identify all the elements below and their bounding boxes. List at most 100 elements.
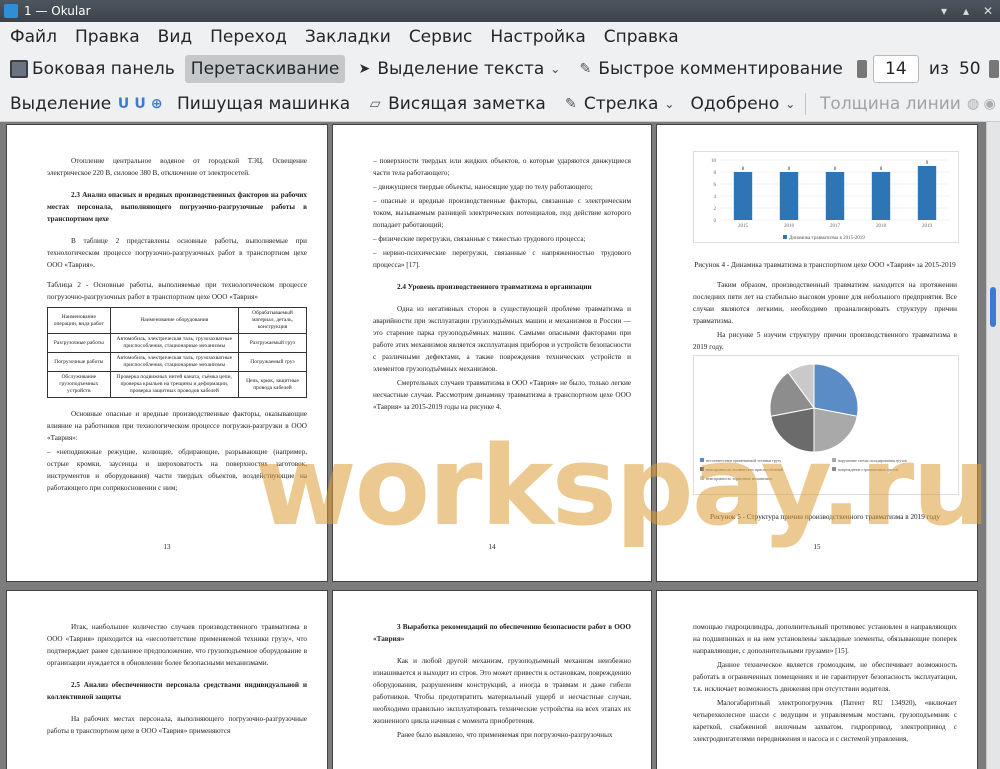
menu-bar: Файл Правка Вид Переход Закладки Сервис … [0,22,1000,52]
section-heading: 3 Выработка рекомендаций по обеспечению … [373,623,631,643]
document-viewport[interactable]: Отопление центральное водяное от городск… [0,122,1000,769]
list-item: – нервно-психические перегрузки, связанн… [373,249,631,269]
sidebar-label: Боковая панель [32,59,175,79]
section-heading: 2.4 Уровень производственного травматизм… [397,283,592,291]
page-paragraph: Смертельных случаев травматизма в ООО «Т… [373,379,631,411]
menu-bookmarks[interactable]: Закладки [297,27,399,47]
pen-icon: ✎ [579,61,592,77]
opacity-icon[interactable]: ◉ [983,95,996,113]
page-number: 13 [163,543,171,551]
data-label: 8 [834,167,837,172]
scrollbar-thumb[interactable] [990,287,996,327]
table-caption: Таблица 2 - Основные работы, выполняемые… [47,281,307,301]
close-icon[interactable]: ✕ [980,3,996,19]
page-number-input[interactable]: 14 [872,55,919,83]
table-cell: Автомобиль, электрическая таль, грузозах… [109,352,239,372]
table-header: Наименование оборудования [109,307,239,334]
legend-label: нарушение схемы складирования грузов [838,458,907,463]
sidebar-button[interactable]: Боковая панель [4,55,181,83]
arrow-tool-button[interactable]: ✎ Стрелка ⌄ [556,90,681,118]
previous-page-icon[interactable] [856,60,867,78]
legend-swatch [832,458,836,462]
stamp-tool-button[interactable]: Одобрено ⌄ [684,90,801,118]
text-select-tool-button[interactable]: ➤ Выделение текста ⌄ [349,55,566,83]
note-icon: ▱ [369,95,381,112]
data-label: 8 [788,167,791,172]
menu-settings[interactable]: Настройка [482,27,593,47]
legend-swatch [783,235,787,239]
table-cell: Погружаемый груз [237,352,308,372]
data-label: 8 [880,167,883,172]
x-tick-label: 2019 [922,224,933,229]
y-tick-label: 10 [711,159,717,164]
stamp-label: Одобрено [690,93,780,114]
typewriter-tool-button[interactable]: Пишущая машинка [171,90,356,118]
quick-annotation-button[interactable]: ✎ Быстрое комментирование [570,55,848,83]
page-15: 0 2 4 6 8 10 8 2015 8 2016 8 2017 8 2018 9 2019 Динамика… [656,124,978,582]
cursor-arrow-icon: ➤ [358,61,371,77]
okular-app-icon [4,4,18,18]
window-title: 1 — Okular [24,4,91,18]
table-header: Наименование операции, вида работ [47,307,111,334]
toolbar-separator [805,92,807,115]
list-item: – поверхности твердых или жидких объекто… [373,157,631,177]
browse-tool-button[interactable]: Перетаскивание [184,55,346,83]
squiggle-underline-icon[interactable]: U [134,95,147,113]
data-label: 8 [742,167,745,172]
bar [871,172,891,220]
x-tick-label: 2017 [830,224,841,229]
highlight-tool-button[interactable]: Выделение [4,90,117,118]
chevron-down-icon[interactable]: ⌄ [664,97,674,111]
x-tick-label: 2016 [784,224,795,229]
menu-help[interactable]: Справка [596,27,687,47]
page-paragraph: помощью гидроцилиндра, дополнительный пр… [693,623,957,655]
figure-caption: Рисунок 4 - Динамика травматизма в транс… [694,261,956,269]
menu-go[interactable]: Переход [202,27,295,47]
menu-view[interactable]: Вид [150,27,200,47]
title-bar: 1 — Okular ▾ ▴ ✕ [0,0,1000,22]
page-paragraph: – «неподвижные режущие, колющие, обдираю… [47,448,307,492]
section-heading: 2.5 Анализ обеспеченности персонала сред… [47,681,307,701]
bar [779,172,799,220]
menu-file[interactable]: Файл [2,27,65,47]
menu-tools[interactable]: Сервис [401,27,481,47]
list-item: – движущиеся твердые объекты, наносящие … [373,183,593,191]
table-cell: Разгружаемый груз [237,333,308,353]
page-paragraph: На рабочих местах персонала, выполняющег… [47,715,307,735]
page-paragraph: Отопление центральное водяное от городск… [47,157,307,177]
vertical-scrollbar[interactable] [986,122,1000,769]
next-page-icon[interactable] [988,60,999,78]
page-number: 14 [488,543,496,551]
page-paragraph: На рисунке 5 изучим структуру причин про… [693,331,957,351]
page-paragraph: Данное техническое является громоздким, … [693,661,957,693]
page-number: 15 [813,543,821,551]
popup-note-tool-button[interactable]: ▱ Висящая заметка [360,90,552,118]
maximize-icon[interactable]: ▴ [958,3,974,19]
page-paragraph: Одна из негативных сторон в существующей… [373,305,631,373]
minimize-icon[interactable]: ▾ [936,3,952,19]
data-label: 9 [926,161,929,166]
bar [825,172,845,220]
table-cell: Разгрузочные работы [47,333,111,353]
chevron-down-icon[interactable]: ⌄ [550,62,560,76]
page-13: Отопление центральное водяное от городск… [6,124,328,582]
list-item: – физические перегрузки, связанные с тяж… [373,235,586,243]
sidebar-icon [10,60,28,78]
chevron-down-icon[interactable]: ⌄ [785,97,795,111]
legend-label: несоответствие применяемой техники грузу [706,458,781,463]
underline-icon[interactable]: U [117,95,130,113]
y-tick-label: 2 [714,207,717,212]
line-width-button[interactable]: Толщина линии [814,90,967,118]
menu-edit[interactable]: Правка [67,27,148,47]
strikeout-icon[interactable]: ⊕ [150,95,163,113]
highlight-label: Выделение [10,93,112,114]
pen-icon: ✎ [564,95,577,112]
pie-slice [813,363,859,417]
page-paragraph: Основные опасные и вредные производствен… [47,410,307,442]
x-tick-label: 2015 [738,224,749,229]
x-tick-label: 2018 [876,224,887,229]
injury-dynamics-bar-chart: 0 2 4 6 8 10 8 2015 8 2016 8 2017 8 2018 9 2019 Динамика… [693,151,959,243]
page-total: 50 [958,59,981,79]
line-width-label: Толщина линии [820,93,961,114]
color-palette-icon[interactable]: ◍ [967,95,980,113]
